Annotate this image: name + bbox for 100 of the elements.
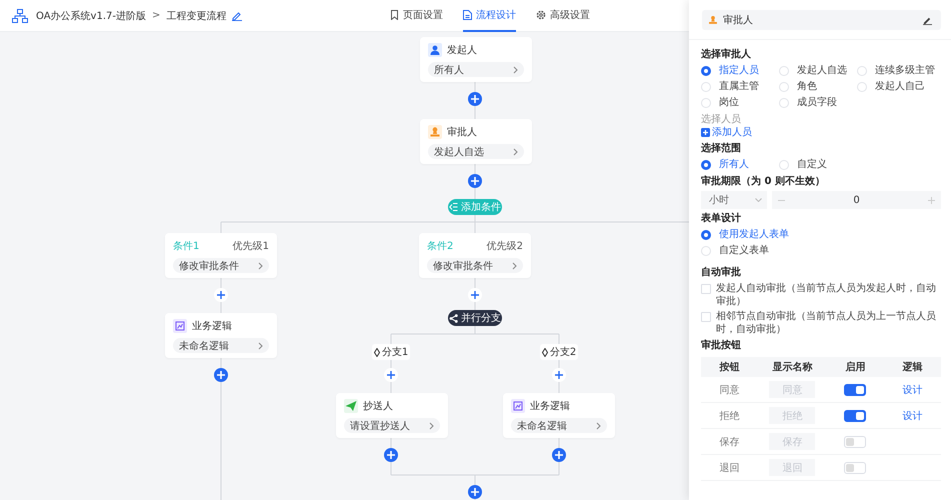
tab[interactable]: 高级设置	[536, 0, 590, 32]
org-chart-icon	[12, 8, 28, 22]
radio-option[interactable]: 指定人员	[701, 64, 779, 78]
design-link[interactable]: 设计	[902, 408, 922, 422]
add-node-button[interactable]	[468, 288, 482, 302]
condition-title: 条件2	[427, 240, 454, 253]
radio-option[interactable]: 连续多级主管	[857, 64, 941, 78]
chevron-right-icon	[513, 66, 518, 74]
table-cell-text: 退回	[718, 462, 741, 474]
node-summary-button[interactable]: 修改审批条件	[173, 258, 269, 273]
radio-option[interactable]: 自定义表单	[701, 244, 941, 258]
plus-icon	[555, 371, 563, 379]
section-title: 表单设计	[701, 212, 742, 226]
radio-option[interactable]: 成员字段	[779, 96, 857, 110]
design-link[interactable]: 设计	[902, 382, 922, 396]
column-header: 按钮	[718, 360, 741, 374]
diamond-icon	[542, 348, 548, 356]
chart-icon	[511, 399, 525, 413]
node-summary-button[interactable]: 修改审批条件	[427, 258, 523, 273]
add-member-link[interactable]: 添加人员	[701, 126, 752, 139]
flow-node-card[interactable]: 发起人 所有人	[420, 37, 532, 82]
table-cell-text: 同意	[718, 384, 741, 396]
section-title: 自动审批	[701, 266, 742, 280]
paper-plane-icon	[344, 399, 358, 413]
branch-label[interactable]: 分支2	[540, 344, 578, 360]
tab[interactable]: 流程设计	[463, 0, 516, 32]
breadcrumb-separator: >	[152, 10, 160, 21]
flow-node-card[interactable]: 审批人 发起人自选	[420, 119, 532, 164]
branch-list-icon	[449, 203, 458, 211]
plus-icon	[387, 371, 395, 379]
add-node-button[interactable]	[552, 448, 566, 462]
toggle-switch[interactable]	[844, 410, 866, 422]
table-cell-text: 保存	[718, 436, 741, 448]
priority-label: 优先级2	[486, 240, 523, 253]
node-name-field[interactable]: 审批人	[702, 10, 941, 30]
plus-icon	[701, 128, 710, 137]
column-header: 逻辑	[901, 360, 924, 374]
add-node-button[interactable]	[384, 368, 398, 382]
column-header: 显示名称	[771, 360, 814, 374]
plus-icon	[471, 95, 479, 103]
plus-icon	[217, 291, 225, 299]
chevron-right-icon	[513, 148, 518, 156]
radio-option[interactable]: 角色	[779, 80, 857, 94]
add-node-button[interactable]	[214, 368, 228, 382]
radio-option[interactable]: 直属主管	[701, 80, 779, 94]
section-title: 选择审批人	[701, 48, 752, 62]
node-summary-button[interactable]: 未命名逻辑	[173, 338, 269, 353]
priority-label: 优先级1	[232, 240, 269, 253]
flow-node-card[interactable]: 业务逻辑 未命名逻辑	[503, 393, 615, 438]
node-title: 业务逻辑	[192, 320, 232, 333]
add-node-button[interactable]	[552, 368, 566, 382]
radio-option[interactable]: 发起人自己	[857, 80, 941, 94]
flow-node-card[interactable]: 条件2 优先级2 修改审批条件	[419, 233, 531, 278]
node-summary-button[interactable]: 未命名逻辑	[511, 418, 607, 433]
flow-node-card[interactable]: 条件1 优先级1 修改审批条件	[165, 233, 277, 278]
node-name: 审批人	[723, 14, 754, 27]
unit-select[interactable]: 小时	[701, 191, 767, 209]
radio-option[interactable]: 使用发起人表单	[701, 228, 941, 242]
toggle-switch[interactable]	[844, 384, 866, 396]
chart-icon	[173, 319, 187, 333]
add-node-button[interactable]	[468, 485, 482, 499]
section-title: 选择范围	[701, 142, 742, 156]
radio-option[interactable]: 岗位	[701, 96, 779, 110]
flow-node-card[interactable]: 业务逻辑 未命名逻辑	[165, 313, 277, 358]
add-node-button[interactable]	[468, 174, 482, 188]
chevron-right-icon	[512, 262, 517, 270]
parallel-branch-button[interactable]: 并行分支	[448, 310, 502, 326]
node-title: 发起人	[447, 44, 477, 57]
node-summary-button[interactable]: 发起人自选	[428, 144, 524, 159]
stamp-icon	[708, 15, 718, 25]
edit-icon[interactable]	[232, 10, 242, 20]
branch-label[interactable]: 分支1	[372, 344, 410, 360]
document-icon	[463, 10, 472, 20]
share-icon	[449, 314, 458, 322]
add-node-button[interactable]	[214, 288, 228, 302]
add-node-button[interactable]	[468, 92, 482, 106]
plus-icon	[471, 291, 479, 299]
radio-option[interactable]: 发起人自选	[779, 64, 857, 78]
add-node-button[interactable]	[384, 448, 398, 462]
settings-icon	[536, 10, 546, 20]
tab[interactable]: 页面设置	[390, 0, 443, 32]
column-header: 启用	[844, 360, 866, 374]
stamp-icon	[428, 125, 442, 139]
chevron-right-icon	[596, 422, 601, 430]
flow-node-card[interactable]: 抄送人 请设置抄送人	[336, 393, 448, 438]
table-cell-text: 拒绝	[718, 410, 741, 422]
node-summary-button[interactable]: 所有人	[428, 62, 524, 77]
field-label: 选择人员	[701, 113, 742, 126]
checkbox-option[interactable]: 发起人自动审批（当前节点人员为发起人时，自动审批）	[701, 282, 941, 308]
node-title: 抄送人	[363, 400, 393, 413]
checkbox-option[interactable]: 相邻节点自动审批（当前节点人员为上一节点人员时，自动审批）	[701, 310, 941, 336]
radio-option[interactable]: 所有人	[701, 158, 779, 172]
node-summary-button[interactable]: 请设置抄送人	[344, 418, 440, 433]
project-title[interactable]: OA办公系统v1.7-进阶版	[36, 8, 146, 22]
radio-option[interactable]: 自定义	[779, 158, 857, 172]
edit-icon[interactable]	[923, 16, 932, 24]
node-title: 业务逻辑	[530, 400, 570, 413]
chevron-right-icon	[258, 262, 263, 270]
bookmark-icon	[390, 10, 399, 20]
plus-icon	[387, 451, 395, 459]
